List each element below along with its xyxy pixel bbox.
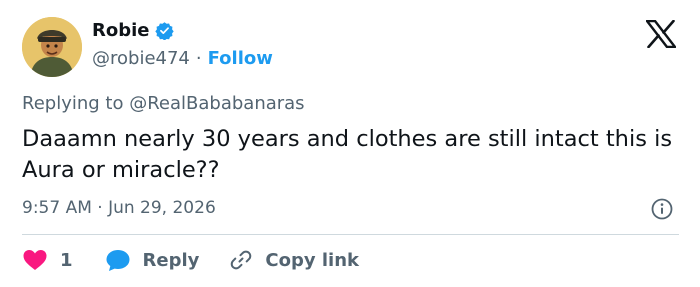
reply-label: Reply [142, 249, 200, 271]
author-name-row: Robie [92, 20, 174, 41]
avatar[interactable] [22, 17, 82, 77]
divider [22, 234, 679, 235]
separator-dot: · [195, 48, 202, 69]
tweet-timestamp[interactable]: 9:57 AM · Jun 29, 2026 [22, 198, 216, 218]
link-icon [231, 250, 252, 270]
reply-context-mention[interactable]: @RealBababanaras [129, 93, 304, 114]
verified-badge-icon [154, 22, 174, 40]
chat-bubble-icon [106, 250, 130, 271]
tweet-text: Daaamn nearly 30 years and clothes are s… [22, 126, 673, 183]
reply-context: Replying to @RealBababanaras [22, 93, 305, 114]
like-button[interactable]: 1 [22, 248, 73, 272]
heart-icon [23, 250, 47, 270]
reply-context-prefix: Replying to [22, 93, 124, 114]
copy-link-label: Copy link [265, 249, 359, 271]
copy-link-button[interactable]: Copy link [229, 248, 359, 272]
author-handle[interactable]: @robie474 [92, 48, 190, 69]
like-count: 1 [60, 249, 73, 271]
reply-button[interactable]: Reply [105, 248, 200, 272]
info-icon[interactable] [651, 198, 673, 220]
avatar-image [22, 17, 82, 77]
author-handle-row: @robie474 · Follow [92, 48, 273, 69]
follow-button[interactable]: Follow [208, 48, 273, 69]
author-display-name[interactable]: Robie [92, 20, 150, 41]
x-logo-icon[interactable] [646, 20, 676, 48]
action-bar: 1 Reply Copy link [22, 246, 359, 274]
